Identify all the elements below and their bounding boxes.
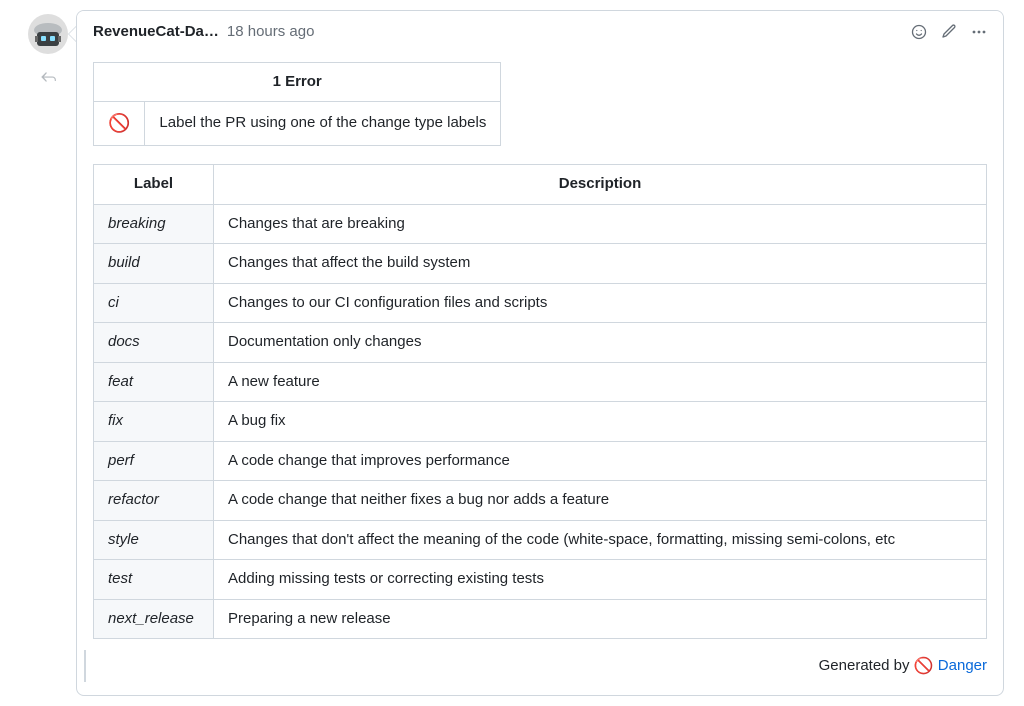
reply-arrow-icon [39,68,57,92]
description-cell: A code change that improves performance [214,441,987,481]
table-row: ciChanges to our CI configuration files … [94,283,987,323]
label-cell: docs [94,323,214,363]
description-cell: Changes that are breaking [214,204,987,244]
author-avatar[interactable] [28,14,68,54]
table-row: styleChanges that don't affect the meani… [94,520,987,560]
no-entry-icon: 🚫 [108,113,130,133]
danger-link[interactable]: Danger [938,657,987,674]
labels-header-description: Description [214,165,987,205]
table-row: breakingChanges that are breaking [94,204,987,244]
table-row: featA new feature [94,362,987,402]
no-entry-icon: 🚫 [914,658,934,675]
description-cell: Preparing a new release [214,599,987,639]
error-message: Label the PR using one of the change typ… [145,102,501,146]
label-cell: ci [94,283,214,323]
comment-author[interactable]: RevenueCat-Da… [93,21,219,44]
comment-header: RevenueCat-Da… 18 hours ago [77,11,1003,54]
description-cell: Changes that affect the build system [214,244,987,284]
description-cell: A new feature [214,362,987,402]
label-cell: test [94,560,214,600]
kebab-menu-button[interactable] [971,24,987,40]
labels-header-label: Label [94,165,214,205]
label-cell: style [94,520,214,560]
table-row: perfA code change that improves performa… [94,441,987,481]
error-table-header: 1 Error [94,62,501,102]
comment-timestamp[interactable]: 18 hours ago [227,21,315,44]
comment-box: RevenueCat-Da… 18 hours ago [76,10,1004,696]
label-cell: build [94,244,214,284]
label-cell: breaking [94,204,214,244]
label-cell: next_release [94,599,214,639]
footer-prefix: Generated by [819,657,910,674]
table-row: buildChanges that affect the build syste… [94,244,987,284]
table-row: refactorA code change that neither fixes… [94,481,987,521]
comment-body: 1 Error 🚫 Label the PR using one of the … [77,54,1003,696]
error-table: 1 Error 🚫 Label the PR using one of the … [93,62,501,147]
description-cell: A code change that neither fixes a bug n… [214,481,987,521]
labels-table: Label Description breakingChanges that a… [93,164,987,639]
description-cell: Changes to our CI configuration files an… [214,283,987,323]
danger-footer: Generated by 🚫 Danger [93,639,987,679]
label-cell: perf [94,441,214,481]
description-cell: Changes that don't affect the meaning of… [214,520,987,560]
table-row: docsDocumentation only changes [94,323,987,363]
label-cell: refactor [94,481,214,521]
timeline-line [84,650,86,682]
label-cell: fix [94,402,214,442]
table-row: testAdding missing tests or correcting e… [94,560,987,600]
table-row: next_releasePreparing a new release [94,599,987,639]
table-row: fixA bug fix [94,402,987,442]
description-cell: Documentation only changes [214,323,987,363]
description-cell: A bug fix [214,402,987,442]
edit-button[interactable] [941,24,957,40]
emoji-reaction-button[interactable] [911,24,927,40]
label-cell: feat [94,362,214,402]
description-cell: Adding missing tests or correcting exist… [214,560,987,600]
error-row: 🚫 Label the PR using one of the change t… [94,102,501,146]
